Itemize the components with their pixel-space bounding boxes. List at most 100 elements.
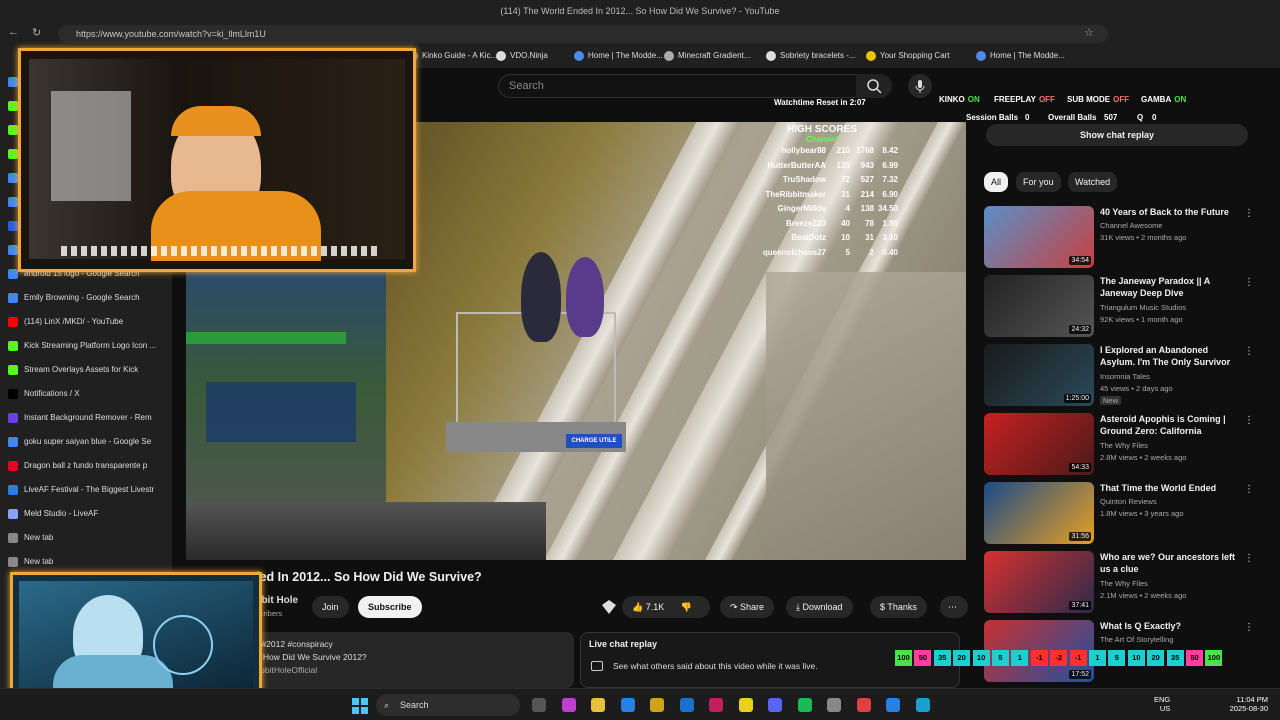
back-icon[interactable]: ← bbox=[8, 26, 19, 38]
taskbar-search[interactable]: ⌕ Search bbox=[376, 694, 520, 716]
system-clock[interactable]: 11:04 PM 2025-08-30 bbox=[1220, 695, 1268, 713]
bookmark-item[interactable]: Home | The Modde... bbox=[574, 51, 663, 61]
more-actions-button[interactable]: ⋯ bbox=[940, 596, 968, 618]
tab-favicon-icon bbox=[8, 412, 18, 423]
taskbar-search-label: Search bbox=[400, 700, 429, 710]
thumbs-up-icon[interactable]: 👍 bbox=[632, 602, 643, 612]
video-title[interactable]: I Explored an Abandoned Asylum. I'm The … bbox=[1100, 344, 1240, 368]
more-options-icon[interactable]: ⋮ bbox=[1244, 553, 1254, 564]
window-title: (114) The World Ended In 2012... So How … bbox=[500, 6, 780, 16]
bookmark-item[interactable]: Your Shopping Cart bbox=[866, 51, 950, 61]
sidebar-tab[interactable]: Kick Streaming Platform Logo Icon ... bbox=[8, 336, 168, 356]
edge-icon[interactable] bbox=[620, 698, 635, 712]
search-button[interactable] bbox=[856, 74, 892, 98]
channel-name[interactable]: The Art Of Storytelling bbox=[1100, 635, 1173, 644]
more-options-icon[interactable]: ⋮ bbox=[1244, 622, 1254, 633]
video-thumbnail[interactable]: 54:33 bbox=[984, 413, 1094, 475]
lang-indicator[interactable]: ENG US bbox=[1154, 695, 1170, 713]
more-options-icon[interactable]: ⋮ bbox=[1244, 415, 1254, 426]
more-options-icon[interactable]: ⋮ bbox=[1244, 208, 1254, 219]
app-icon[interactable] bbox=[886, 698, 900, 712]
channel-name[interactable]: Channel Awesome bbox=[1100, 221, 1162, 230]
copilot-icon[interactable] bbox=[561, 698, 576, 712]
channel-name[interactable]: Triangulum Music Studios bbox=[1100, 303, 1186, 312]
channel-name[interactable]: The Why Files bbox=[1100, 579, 1148, 588]
store-icon[interactable] bbox=[650, 698, 664, 712]
video-title[interactable]: What Is Q Exactly? bbox=[1100, 620, 1240, 632]
sidebar-tab[interactable]: Stream Overlays Assets for Kick bbox=[8, 360, 168, 380]
video-thumbnail[interactable]: 37:41 bbox=[984, 551, 1094, 613]
bookmark-item[interactable]: Minecraft Gradient... bbox=[664, 51, 750, 61]
video-title[interactable]: Asteroid Apophis is Coming | Ground Zero… bbox=[1100, 413, 1240, 437]
spotify-icon[interactable] bbox=[797, 698, 812, 712]
discord-icon[interactable] bbox=[768, 698, 782, 712]
filter-chip[interactable]: Watched bbox=[1068, 172, 1118, 192]
sidebar-tab[interactable]: LiveAF Festival - The Biggest Livestr bbox=[8, 480, 168, 500]
bookmark-item[interactable]: VDO.Ninja bbox=[496, 51, 548, 61]
recommended-video[interactable]: 31:56 That Time the World Ended Quinton Re… bbox=[984, 482, 1274, 548]
settings-icon[interactable] bbox=[827, 698, 841, 712]
filter-chip[interactable]: For you bbox=[1016, 172, 1061, 192]
recommended-video[interactable]: 34:54 40 Years of Back to the Future Chann… bbox=[984, 206, 1274, 272]
recommended-video[interactable]: 24:32 The Janeway Paradox || A Janeway De… bbox=[984, 275, 1274, 341]
steam-icon[interactable] bbox=[915, 698, 930, 712]
download-button[interactable]: ⤓ Download bbox=[786, 596, 853, 618]
bookmark-item[interactable]: Sobriety bracelets -... bbox=[766, 51, 856, 61]
sidebar-tab[interactable]: Notifications / X bbox=[8, 384, 168, 404]
voice-search-button[interactable] bbox=[908, 74, 932, 98]
subscribe-button[interactable]: Subscribe bbox=[358, 596, 422, 618]
recommended-video[interactable]: 1:25:00 I Explored an Abandoned Asylum. I… bbox=[984, 344, 1274, 410]
more-options-icon[interactable]: ⋮ bbox=[1244, 484, 1254, 495]
thanks-button[interactable]: $ Thanks bbox=[870, 596, 927, 618]
reload-icon[interactable]: ↻ bbox=[32, 26, 41, 39]
sidebar-tab[interactable]: Dragon ball z fundo transparente p bbox=[8, 456, 168, 476]
video-thumbnail[interactable]: 31:56 bbox=[984, 482, 1094, 544]
more-options-icon[interactable]: ⋮ bbox=[1244, 277, 1254, 288]
video-thumbnail[interactable]: 24:32 bbox=[984, 275, 1094, 337]
more-options-icon[interactable]: ⋮ bbox=[1244, 346, 1254, 357]
windows-start-icon[interactable] bbox=[352, 698, 368, 714]
channel-name[interactable]: Insomnia Tales bbox=[1100, 372, 1150, 381]
sidebar-tab[interactable]: New tab bbox=[8, 552, 168, 572]
video-title[interactable]: The Janeway Paradox || A Janeway Deep Di… bbox=[1100, 275, 1240, 299]
score-slot: 5 bbox=[1108, 650, 1126, 666]
recommended-video[interactable]: 54:33 Asteroid Apophis is Coming | Ground… bbox=[984, 413, 1274, 479]
video-thumbnail[interactable]: 1:25:00 bbox=[984, 344, 1094, 406]
search-input[interactable]: Search bbox=[498, 74, 892, 98]
thumbs-down-icon[interactable]: 👎 bbox=[681, 602, 692, 612]
sidebar-tab[interactable]: New tab bbox=[8, 528, 168, 548]
app-icon[interactable] bbox=[856, 698, 871, 712]
channel-name[interactable]: The Why Files bbox=[1100, 441, 1148, 450]
app-icon[interactable] bbox=[738, 698, 753, 712]
sidebar-tab[interactable]: Instant Background Remover - Rem bbox=[8, 408, 168, 428]
tab-favicon-icon bbox=[8, 508, 18, 519]
high-score-cell: 135 bbox=[836, 160, 850, 170]
channel-name[interactable]: Quinton Reviews bbox=[1100, 497, 1157, 506]
address-bar-row: ← ↻ https://www.youtube.com/watch?v=ki_l… bbox=[0, 22, 1280, 46]
sidebar-tab[interactable]: (114) LinX /MKD/ - YouTube bbox=[8, 312, 168, 332]
score-slot: -2 bbox=[1050, 650, 1068, 666]
video-thumbnail[interactable]: 34:54 bbox=[984, 206, 1094, 268]
sidebar-tab[interactable]: Emily Browning - Google Search bbox=[8, 288, 168, 308]
sidebar-tab[interactable]: Meld Studio - LiveAF bbox=[8, 504, 168, 524]
url-field[interactable]: https://www.youtube.com/watch?v=ki_llmLl… bbox=[58, 25, 1108, 43]
sidebar-tab[interactable]: goku super saiyan blue - Google Se bbox=[8, 432, 168, 452]
bookmark-star-icon[interactable]: ☆ bbox=[1084, 26, 1094, 39]
outlook-icon[interactable] bbox=[679, 698, 694, 712]
like-dislike-group[interactable]: 👍 7.1K 👎 bbox=[622, 596, 710, 618]
video-title[interactable]: That Time the World Ended bbox=[1100, 482, 1240, 494]
recommended-video[interactable]: 37:41 Who are we? Our ancestors left us a… bbox=[984, 551, 1274, 617]
bookmark-item[interactable]: Home | The Modde... bbox=[976, 51, 1065, 61]
file-explorer-icon[interactable] bbox=[591, 698, 605, 712]
new-badge: New bbox=[1100, 396, 1122, 405]
filter-chip[interactable]: All bbox=[984, 172, 1009, 192]
share-button[interactable]: ↷ Share bbox=[720, 596, 775, 618]
bookmark-item[interactable]: Kinko Guide - A Kic... bbox=[408, 51, 497, 61]
join-button[interactable]: Join bbox=[312, 596, 349, 618]
video-title[interactable]: 40 Years of Back to the Future bbox=[1100, 206, 1240, 218]
show-chat-replay-button[interactable]: Show chat replay bbox=[986, 124, 1248, 146]
description-line-3[interactable]: @TheRabbitHoleOfficial bbox=[226, 664, 566, 677]
task-view-icon[interactable] bbox=[532, 698, 546, 712]
app-icon[interactable] bbox=[709, 698, 723, 712]
video-title[interactable]: Who are we? Our ancestors left us a clue bbox=[1100, 551, 1240, 575]
